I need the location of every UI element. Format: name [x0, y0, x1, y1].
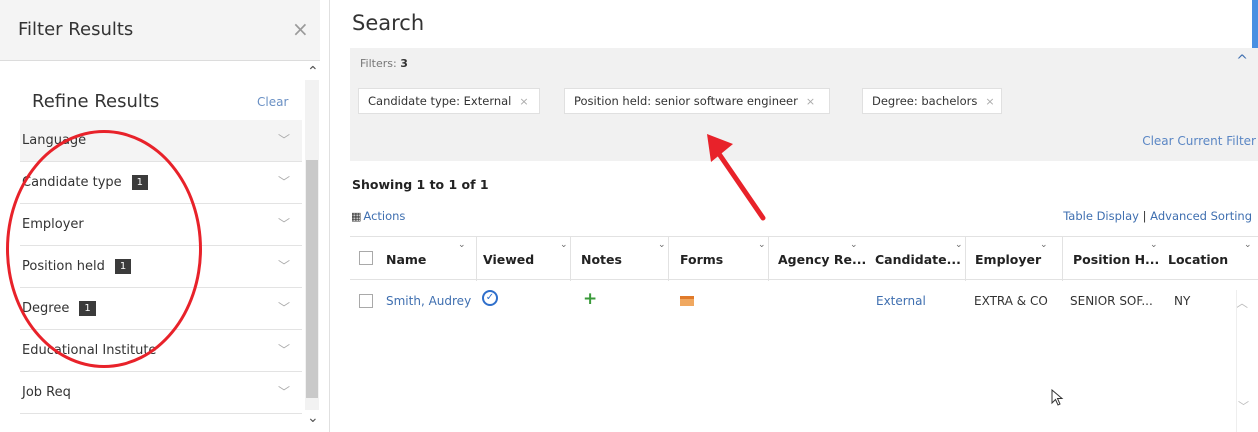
- column-divider: [476, 237, 477, 281]
- filters-label: Filters:: [360, 57, 397, 70]
- column-divider: [965, 237, 966, 281]
- chevron-down-icon[interactable]: ﹀: [278, 383, 290, 400]
- results-table: Name ⌄ Viewed ⌄ Notes ⌄ Forms ⌄ Agency R…: [350, 236, 1258, 324]
- filter-chip-position-held[interactable]: Position held: senior software engineer ×: [564, 88, 830, 114]
- annotation-arrow: [707, 134, 766, 221]
- position-cell: SENIOR SOF...: [1070, 294, 1153, 308]
- chevron-down-icon[interactable]: ﹀: [278, 341, 290, 358]
- column-divider: [1062, 237, 1063, 281]
- sort-icon[interactable]: ⌄: [658, 240, 666, 250]
- form-icon[interactable]: [680, 296, 694, 306]
- scroll-up-icon[interactable]: ⌃: [307, 64, 319, 80]
- clear-current-filter-link[interactable]: Clear Current Filter: [1142, 134, 1256, 148]
- panel-scrollbar-thumb[interactable]: [306, 160, 318, 398]
- sort-icon[interactable]: ⌄: [758, 240, 766, 250]
- filter-chip-label: Position held: senior software engineer: [574, 94, 798, 108]
- active-filters-box: Filters: 3 ^ Candidate type: External × P…: [350, 48, 1258, 161]
- column-header-position[interactable]: Position H...: [1073, 252, 1159, 267]
- sort-icon[interactable]: ⌄: [1150, 240, 1158, 250]
- column-divider: [570, 237, 571, 281]
- scroll-down-icon[interactable]: ﹀: [1238, 398, 1249, 414]
- column-header-location[interactable]: Location: [1168, 252, 1228, 267]
- mouse-cursor: [1051, 389, 1064, 406]
- chevron-down-icon[interactable]: ﹀: [278, 131, 290, 148]
- facet-job-req[interactable]: Job Req ﹀: [20, 372, 302, 414]
- sort-icon[interactable]: ⌄: [1244, 240, 1252, 250]
- column-header-employer[interactable]: Employer: [975, 252, 1041, 267]
- chevron-down-icon[interactable]: ﹀: [278, 299, 290, 316]
- column-header-name[interactable]: Name: [386, 252, 426, 267]
- remove-chip-icon[interactable]: ×: [519, 95, 528, 108]
- employer-cell: EXTRA & CO: [974, 294, 1048, 308]
- chevron-down-icon[interactable]: ﹀: [278, 173, 290, 190]
- sort-icon[interactable]: ⌄: [458, 240, 466, 250]
- filter-panel-header: Filter Results ×: [0, 0, 320, 61]
- filters-count-value: 3: [400, 57, 408, 70]
- table-links: Table Display | Advanced Sorting: [1063, 209, 1252, 223]
- column-header-notes[interactable]: Notes: [581, 252, 622, 267]
- candidate-name-link[interactable]: Smith, Audrey: [386, 294, 471, 308]
- column-divider: [668, 237, 669, 281]
- chevron-down-icon[interactable]: ﹀: [278, 257, 290, 274]
- chevron-up-icon[interactable]: ^: [1236, 53, 1248, 69]
- column-header-viewed[interactable]: Viewed: [483, 252, 534, 267]
- column-header-candidate[interactable]: Candidate...: [875, 252, 961, 267]
- filter-chip-candidate-type[interactable]: Candidate type: External ×: [358, 88, 540, 114]
- link-separator: |: [1142, 209, 1147, 223]
- filter-chip-label: Degree: bachelors: [872, 94, 978, 108]
- table-row[interactable]: Smith, Audrey ✓ + External EXTRA & CO SE…: [350, 280, 1258, 324]
- table-header-row: Name ⌄ Viewed ⌄ Notes ⌄ Forms ⌄ Agency R…: [350, 236, 1258, 281]
- sort-icon[interactable]: ⌄: [955, 240, 963, 250]
- sort-icon[interactable]: ⌄: [1040, 240, 1048, 250]
- actions-label: Actions: [363, 209, 406, 223]
- check-circle-icon: ✓: [482, 290, 498, 306]
- column-header-agency[interactable]: Agency Re...: [778, 252, 866, 267]
- chevron-down-icon[interactable]: ﹀: [278, 215, 290, 232]
- sort-icon[interactable]: ⌄: [850, 240, 858, 250]
- filter-panel: Filter Results × ⌃ ⌄ Refine Results Clea…: [0, 0, 330, 432]
- sort-icon[interactable]: ⌄: [560, 240, 568, 250]
- clear-filters-link[interactable]: Clear: [257, 95, 288, 109]
- scroll-down-icon[interactable]: ⌄: [307, 410, 319, 426]
- grid-icon: ▦: [351, 210, 362, 223]
- filter-chip-degree[interactable]: Degree: bachelors ×: [862, 88, 1002, 114]
- table-display-link[interactable]: Table Display: [1063, 209, 1139, 223]
- candidate-type-cell[interactable]: External: [876, 294, 926, 308]
- filter-panel-title: Filter Results: [18, 19, 134, 40]
- page-title: Search: [352, 11, 425, 35]
- filter-chip-label: Candidate type: External: [368, 94, 512, 108]
- refine-results-heading: Refine Results: [32, 91, 160, 112]
- close-icon[interactable]: ×: [292, 17, 309, 41]
- accent-bar: [1252, 0, 1258, 48]
- filters-count: Filters: 3: [360, 57, 408, 70]
- column-divider: [768, 237, 769, 281]
- select-all-checkbox[interactable]: [359, 251, 373, 265]
- remove-chip-icon[interactable]: ×: [806, 95, 815, 108]
- row-checkbox[interactable]: [359, 294, 373, 308]
- results-count: Showing 1 to 1 of 1: [352, 177, 489, 192]
- remove-chip-icon[interactable]: ×: [985, 95, 994, 108]
- search-main: Search Filters: 3 ^ Candidate type: Exte…: [330, 0, 1258, 432]
- column-header-forms[interactable]: Forms: [680, 252, 723, 267]
- plus-icon[interactable]: +: [583, 289, 597, 309]
- annotation-circle: [6, 130, 202, 368]
- location-cell: NY: [1174, 294, 1191, 308]
- actions-menu[interactable]: ▦ Actions: [351, 209, 405, 223]
- advanced-sorting-link[interactable]: Advanced Sorting: [1150, 209, 1252, 223]
- facet-label: Job Req: [22, 385, 71, 400]
